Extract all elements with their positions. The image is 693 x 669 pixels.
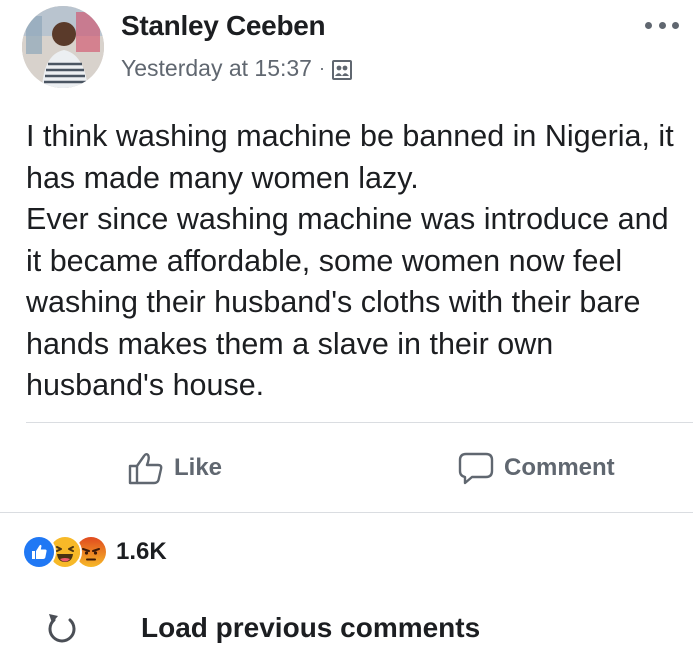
author-avatar[interactable] [22,6,104,88]
load-previous-comments[interactable]: Load previous comments [0,600,693,656]
post-header: Stanley Ceeben Yesterday at 15:37 · [0,0,693,100]
like-button[interactable]: Like [128,448,222,488]
friends-icon[interactable] [331,59,352,80]
refresh-icon [48,614,76,643]
reaction-count[interactable]: 1.6K [116,538,167,566]
like-reaction-icon [22,535,56,569]
post-timestamp[interactable]: Yesterday at 15:37 [121,55,312,82]
post-paragraph: I think washing machine be banned in Nig… [26,119,674,195]
comment-icon [458,452,494,485]
meta-separator: · [318,58,325,78]
like-label: Like [174,454,223,481]
comment-button[interactable]: Comment [458,448,615,488]
reactions-summary[interactable]: 1.6K [22,532,167,572]
post-meta: Yesterday at 15:37 · [121,55,352,82]
thumbs-up-icon [128,453,163,485]
post-text: I think washing machine be banned in Nig… [26,116,686,407]
author-name[interactable]: Stanley Ceeben [121,10,326,42]
post-actions: Like Comment [0,440,693,500]
more-options-icon[interactable] [645,18,679,32]
divider [0,512,693,513]
post-paragraph: Ever since washing machine was introduce… [26,202,669,402]
load-previous-label: Load previous comments [141,612,481,643]
divider [26,422,693,423]
comment-label: Comment [504,454,615,481]
